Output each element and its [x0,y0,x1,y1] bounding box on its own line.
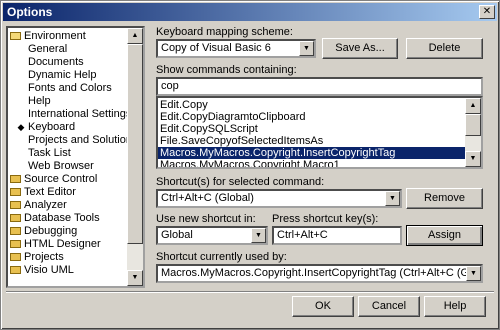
use-new-shortcut-select[interactable]: Global ▼ [156,226,268,245]
scroll-down-icon[interactable]: ▼ [127,270,143,286]
folder-icon [10,201,21,209]
assign-button[interactable]: Assign [406,225,483,246]
tree-item-label: Text Editor [24,186,76,198]
currently-used-select[interactable]: Macros.MyMacros.Copyright.InsertCopyrigh… [156,264,483,283]
chevron-down-icon[interactable]: ▼ [466,266,481,281]
commands-list[interactable]: Edit.Copy Edit.CopyDiagramtoClipboard Edit… [156,96,483,169]
tree-item-label: Database Tools [24,212,100,224]
tree-scrollbar[interactable]: ▲ ▼ [127,28,143,286]
footer-divider [6,291,494,293]
remove-button[interactable]: Remove [406,188,483,209]
tree-item[interactable]: Dynamic Help [28,69,96,81]
tree-item[interactable]: Projects [10,251,64,263]
scroll-thumb[interactable] [127,44,143,244]
tree-item-label: Web Browser [28,160,94,172]
current-page-icon: ◆ [17,122,25,132]
tree-item-label: Environment [24,30,86,42]
folder-icon [10,227,21,235]
tree-item-label: Source Control [24,173,98,185]
folder-icon [10,266,21,274]
tree-item[interactable]: Task List [28,147,71,159]
commands-scrollbar[interactable]: ▲ ▼ [465,98,481,167]
tree-item[interactable]: General [28,43,67,55]
tree-item-label: Help [28,95,51,107]
tree-item-label: International Settings [28,108,127,120]
scroll-down-icon[interactable]: ▼ [465,151,481,167]
use-new-shortcut-value: Global [161,229,193,241]
show-commands-label: Show commands containing: [156,64,297,76]
command-search-input[interactable]: cop [156,77,483,96]
folder-icon [10,175,21,183]
delete-button[interactable]: Delete [406,38,483,59]
tree-item-label: HTML Designer [24,238,101,250]
command-list-item[interactable]: Edit.CopyDiagramtoClipboard [158,111,465,123]
tree-item[interactable]: Text Editor [10,186,76,198]
command-list-item[interactable]: Macros.MyMacros.Copyright.InsertCopyrigh… [158,147,465,159]
tree-item[interactable]: Visio UML [10,264,74,276]
tree-item[interactable]: Documents [28,56,84,68]
mapping-scheme-label: Keyboard mapping scheme: [156,26,293,38]
tree-item[interactable]: HTML Designer [10,238,101,250]
tree-item[interactable]: Database Tools [10,212,100,224]
tree-item-label: Documents [28,56,84,68]
cancel-button[interactable]: Cancel [358,296,420,317]
mapping-scheme-value: Copy of Visual Basic 6 [161,42,271,54]
mapping-scheme-select[interactable]: Copy of Visual Basic 6 ▼ [156,39,316,58]
tree-item[interactable]: ◆ Keyboard [16,121,76,133]
chevron-down-icon[interactable]: ▼ [299,41,314,56]
window-title: Options [7,5,53,19]
scroll-thumb[interactable] [465,114,481,136]
scroll-up-icon[interactable]: ▲ [127,28,143,44]
title-bar: Options ✕ [3,3,497,21]
command-list-item[interactable]: Edit.CopySQLScript [158,123,465,135]
tree-item[interactable]: Analyzer [10,199,67,211]
options-dialog: Options ✕ Environment General Documents Dyn… [0,0,500,330]
folder-open-icon [10,32,21,40]
command-list-item[interactable]: Macros.MyMacros.Copyright.Macro1 [158,159,465,167]
folder-icon [10,240,21,248]
command-list-item[interactable]: File.SaveCopyofSelectedItemsAs [158,135,465,147]
tree-item-label: Projects [24,251,64,263]
tree-item[interactable]: Environment [10,30,86,42]
command-list-item[interactable]: Edit.Copy [158,99,465,111]
tree-item-label: Projects and Solutions [28,134,127,146]
tree-item-label: General [28,43,68,55]
shortcuts-value: Ctrl+Alt+C (Global) [161,192,254,204]
ok-button[interactable]: OK [292,296,354,317]
press-keys-label: Press shortcut key(s): [272,213,379,225]
chevron-down-icon[interactable]: ▼ [251,228,266,243]
folder-icon [10,253,21,261]
tree-item-label: Dynamic Help [28,69,97,81]
scroll-up-icon[interactable]: ▲ [465,98,481,114]
press-keys-input[interactable]: Ctrl+Alt+C [272,226,402,245]
close-icon[interactable]: ✕ [479,5,495,19]
tree-item-label: Keyboard [28,121,76,133]
currently-used-value: Macros.MyMacros.Copyright.InsertCopyrigh… [161,267,483,279]
currently-used-label: Shortcut currently used by: [156,251,287,263]
options-tree[interactable]: Environment General Documents Dynamic Help F… [6,26,145,288]
tree-item[interactable]: Projects and Solutions [28,134,127,146]
tree-item[interactable]: Web Browser [28,160,94,172]
tree-item-label: Analyzer [24,199,67,211]
shortcuts-label: Shortcut(s) for selected command: [156,176,325,188]
save-as-button[interactable]: Save As... [322,38,398,59]
use-new-shortcut-label: Use new shortcut in: [156,213,256,225]
tree-item-label: Fonts and Colors [28,82,112,94]
shortcuts-select[interactable]: Ctrl+Alt+C (Global) ▼ [156,189,402,208]
tree-item-label: Visio UML [24,264,74,276]
help-button[interactable]: Help [424,296,486,317]
folder-icon [10,214,21,222]
tree-item[interactable]: Fonts and Colors [28,82,112,94]
tree-item-label: Debugging [24,225,78,237]
tree-item[interactable]: Source Control [10,173,97,185]
tree-item[interactable]: Debugging [10,225,77,237]
tree-items: Environment General Documents Dynamic Help F… [8,28,127,286]
folder-icon [10,188,21,196]
tree-item[interactable]: International Settings [28,108,127,120]
chevron-down-icon[interactable]: ▼ [385,191,400,206]
tree-item[interactable]: Help [28,95,51,107]
tree-item-label: Task List [28,147,71,159]
